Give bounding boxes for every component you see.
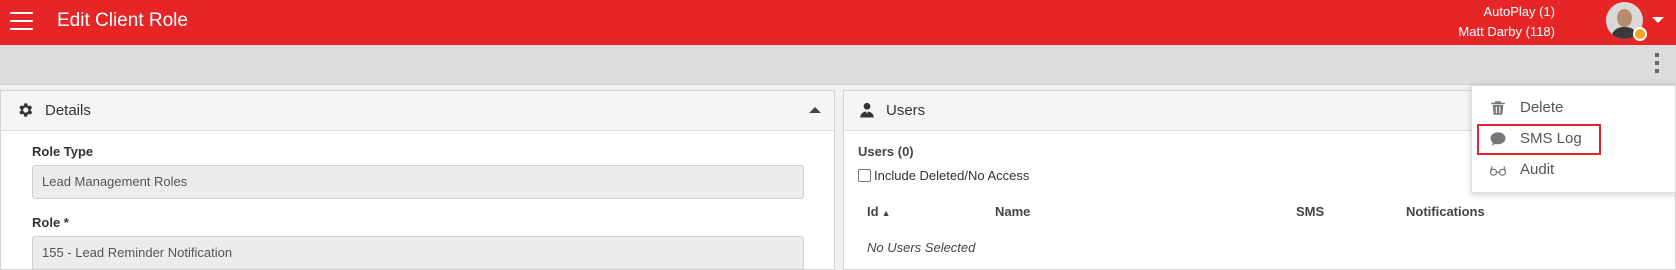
details-panel-header[interactable]: Details [1, 91, 834, 131]
role-type-label: Role Type [32, 144, 94, 159]
include-deleted-label: Include Deleted/No Access [874, 168, 1030, 183]
account-name: AutoPlay (1) [1483, 4, 1555, 19]
user-menu-caret-icon[interactable] [1652, 17, 1664, 23]
empty-table-message: No Users Selected [867, 240, 976, 255]
column-header-sms[interactable]: SMS [1296, 204, 1324, 219]
menu-item-label: Delete [1520, 99, 1564, 116]
user-info[interactable]: AutoPlay (1) Matt Darby (118) [1458, 2, 1555, 42]
column-header-name[interactable]: Name [995, 204, 1030, 219]
top-header-bar: Edit Client Role AutoPlay (1) Matt Darby… [0, 0, 1676, 45]
user-name: Matt Darby (118) [1458, 24, 1555, 39]
users-panel-title: Users [886, 102, 926, 119]
details-panel: Details Role Type Lead Management Roles … [0, 90, 835, 270]
status-indicator-icon [1633, 27, 1647, 41]
role-type-field[interactable]: Lead Management Roles [32, 165, 804, 199]
role-label: Role * [32, 215, 69, 230]
checkbox-icon[interactable] [858, 169, 871, 182]
chat-bubble-icon [1490, 132, 1506, 146]
glasses-icon [1489, 166, 1507, 176]
column-header-notifications[interactable]: Notifications [1406, 204, 1485, 219]
gear-icon [19, 103, 33, 117]
more-options-icon[interactable] [1653, 53, 1661, 77]
toolbar [0, 45, 1676, 85]
trash-icon [1491, 101, 1505, 115]
menu-item-audit[interactable]: Audit [1477, 155, 1601, 186]
users-count: Users (0) [858, 144, 914, 159]
include-deleted-checkbox[interactable]: Include Deleted/No Access [858, 168, 1029, 183]
details-panel-title: Details [45, 102, 91, 119]
actions-dropdown-menu: Delete SMS Log Audit [1471, 85, 1676, 193]
sort-ascending-icon: ▲ [881, 208, 891, 218]
menu-item-label: SMS Log [1520, 130, 1582, 147]
menu-item-delete[interactable]: Delete [1477, 93, 1601, 124]
page-title: Edit Client Role [57, 10, 188, 31]
menu-item-sms-log[interactable]: SMS Log [1477, 124, 1601, 155]
hamburger-menu-icon[interactable] [10, 12, 33, 31]
collapse-icon[interactable] [809, 107, 821, 113]
user-icon [860, 102, 874, 118]
column-header-id[interactable]: Id ▲ [867, 204, 890, 219]
menu-item-label: Audit [1520, 161, 1555, 178]
